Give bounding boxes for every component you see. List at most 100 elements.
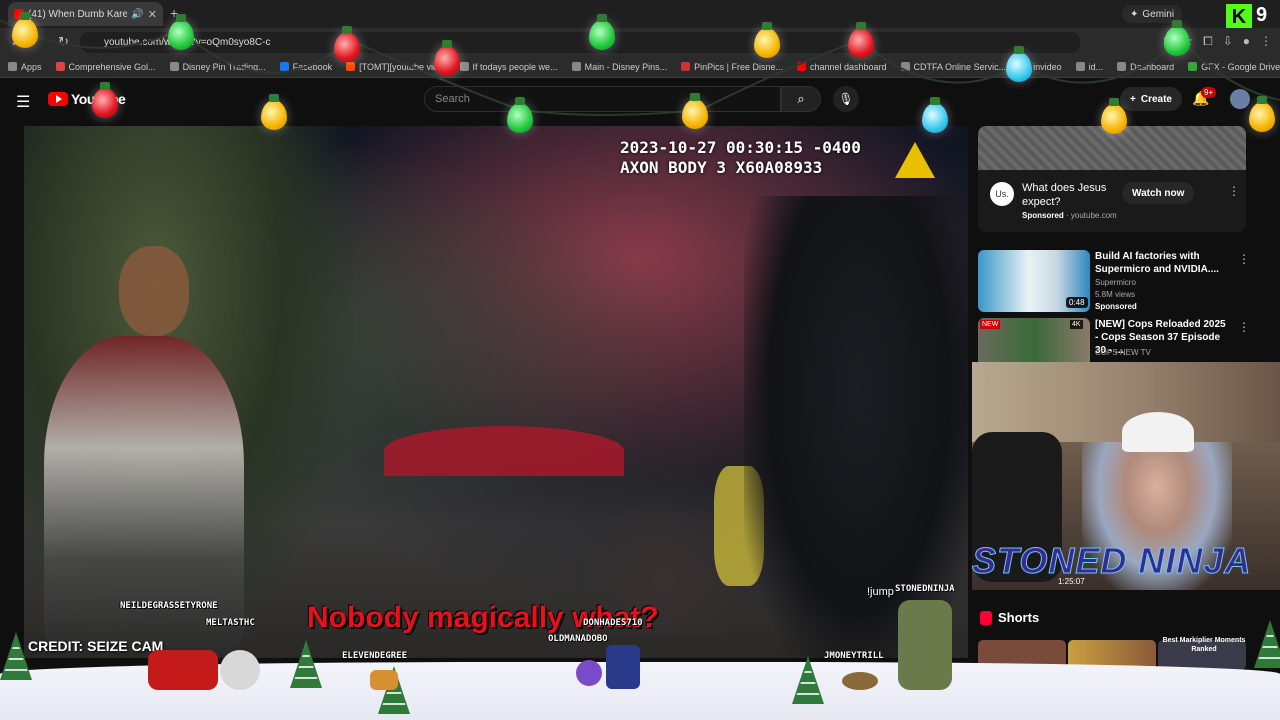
search-input[interactable]: Search	[424, 86, 781, 112]
ad-domain: youtube.com	[1070, 211, 1117, 220]
bookmark-item[interactable]: Dashboard	[1117, 62, 1174, 72]
bookmark-favicon-icon	[1075, 62, 1085, 71]
search-icon: ⌕	[797, 91, 805, 106]
bookmark-item[interactable]: Comprehensive Gol...	[55, 62, 156, 72]
christmas-bulb-icon	[334, 26, 360, 62]
short-caption: Best Markiplier Moments Ranked	[1162, 637, 1246, 653]
webcam-scene-cap	[1122, 412, 1194, 452]
view-count: 5.8M views	[1095, 290, 1136, 299]
search-button[interactable]: ⌕	[781, 86, 821, 112]
shorts-header: Shorts	[980, 610, 1039, 625]
bookmark-favicon-icon	[681, 62, 691, 71]
reddit-icon	[346, 62, 356, 71]
chat-avatar-sprite	[898, 600, 952, 690]
chat-avatar-sprite	[148, 650, 218, 690]
channel-name[interactable]: COPS NEW TV	[1095, 348, 1151, 357]
shorts-logo-icon	[980, 610, 992, 625]
christmas-bulb-icon	[1006, 46, 1032, 82]
chat-username: OLDMANADOBO	[548, 634, 608, 644]
more-options-icon[interactable]: ⋮	[1228, 184, 1240, 198]
christmas-bulb-icon	[1164, 20, 1190, 56]
drive-icon	[1188, 62, 1198, 71]
kick-count: 9	[1256, 4, 1268, 26]
bookmark-item[interactable]: GFX - Google Drive	[1188, 62, 1280, 72]
downloads-icon[interactable]: ⇩	[1223, 34, 1233, 49]
bookmark-item[interactable]: CDTFA Online Servic...	[900, 62, 1006, 72]
chat-username: NEILDEGRASSETYRONE	[120, 601, 218, 611]
speaker-icon[interactable]: 🔊	[131, 9, 143, 20]
video-player[interactable]	[24, 126, 968, 658]
christmas-tree-icon	[1254, 620, 1280, 668]
video-credit: CREDIT: SEIZE CAM	[28, 638, 164, 654]
apps-icon	[8, 62, 17, 71]
ad-title[interactable]: What does Jesus expect?	[1022, 181, 1112, 209]
christmas-bulb-icon	[682, 93, 708, 129]
chat-jump-command: !jump	[867, 586, 894, 598]
chat-username: MELTASTHC	[206, 618, 255, 628]
address-bar[interactable]: youtube.com/watch?v=oQm0syo8C-c	[80, 32, 1080, 53]
bookmark-favicon-icon	[459, 62, 469, 71]
voice-search-button[interactable]: 🎙	[833, 86, 859, 112]
plus-icon: +	[1130, 93, 1136, 105]
reload-icon[interactable]: ↻	[58, 34, 69, 50]
hamburger-menu-icon[interactable]: ☰	[16, 92, 30, 112]
christmas-tree-icon	[290, 640, 322, 688]
more-options-icon[interactable]: ⋮	[1238, 252, 1250, 266]
streamer-name-overlay: STONED NINJA	[971, 540, 1252, 582]
browser-tabstrip: (41) When Dumb Karens G... 🔊 ✕ + ✦ Gemin…	[0, 0, 1280, 30]
christmas-bulb-icon	[754, 22, 780, 58]
sparkle-icon: ✦	[1130, 8, 1139, 20]
bookmark-item[interactable]: channel dashboard	[796, 62, 887, 72]
video-scene-umbrella	[384, 426, 624, 476]
search-placeholder: Search	[435, 93, 470, 105]
create-label: Create	[1140, 93, 1172, 105]
duration-badge: 0:48	[1066, 297, 1088, 308]
bodycam-overlay: 2023-10-27 00:30:15 -0400 AXON BODY 3 X6…	[620, 138, 861, 178]
chat-avatar-sprite	[370, 670, 398, 690]
christmas-bulb-icon	[848, 22, 874, 58]
sponsored-label: Sponsored	[1095, 302, 1137, 311]
close-tab-icon[interactable]: ✕	[148, 8, 157, 21]
christmas-bulb-icon	[1249, 96, 1275, 132]
sponsored-ad-card[interactable]: Us. What does Jesus expect? Sponsored · …	[978, 126, 1246, 232]
christmas-bulb-icon	[507, 97, 533, 133]
menu-icon[interactable]: ⋮	[1260, 34, 1272, 49]
bookmark-item[interactable]: id...	[1075, 62, 1103, 72]
christmas-bulb-icon	[12, 12, 38, 48]
chat-username: DONHADES710	[583, 618, 643, 628]
video-scene-head	[119, 246, 189, 336]
recommendation-title[interactable]: Build AI factories with Supermicro and N…	[1095, 250, 1230, 276]
sponsored-label: Sponsored	[1022, 211, 1064, 220]
youtube-favicon-icon	[796, 62, 806, 71]
bookmark-item[interactable]: Disney Pin Trading...	[169, 62, 266, 72]
facebook-icon	[279, 62, 289, 71]
chat-avatar-sprite	[842, 672, 878, 690]
bookmark-item[interactable]: Main - Disney Pins...	[571, 62, 667, 72]
microphone-icon: 🎙	[838, 92, 854, 106]
bookmark-favicon-icon	[55, 62, 65, 71]
shorts-label: Shorts	[998, 610, 1040, 625]
profile-icon[interactable]: ●	[1243, 34, 1250, 49]
4k-badge: 4K	[1070, 320, 1083, 329]
watch-now-button[interactable]: Watch now	[1122, 182, 1195, 204]
extension-icon[interactable]: ⧠	[1203, 34, 1213, 49]
bookmark-item[interactable]: [TOMT][youtube vid...	[346, 62, 446, 72]
kick-logo: K	[1226, 4, 1252, 30]
gemini-label: Gemini	[1142, 8, 1175, 20]
new-badge: NEW	[980, 320, 1001, 329]
bookmarks-bar: Apps Comprehensive Gol... Disney Pin Tra…	[0, 56, 1280, 78]
christmas-bulb-icon	[1101, 98, 1127, 134]
chat-username: STONEDNINJA	[895, 584, 955, 594]
screen: (41) When Dumb Karens G... 🔊 ✕ + ✦ Gemin…	[0, 0, 1280, 720]
bookmark-item[interactable]: If todays people we...	[459, 62, 558, 72]
bookmark-item[interactable]: PinPics | Free Disne...	[681, 62, 783, 72]
account-avatar[interactable]	[1230, 89, 1250, 109]
notification-badge: 9+	[1201, 87, 1217, 98]
channel-name[interactable]: Supermicro	[1095, 278, 1136, 287]
recommendation-item[interactable]: 0:48 Build AI factories with Supermicro …	[978, 250, 1250, 312]
create-button[interactable]: + Create	[1120, 87, 1182, 111]
more-options-icon[interactable]: ⋮	[1238, 320, 1250, 334]
bookmark-item[interactable]: Facebook	[279, 62, 332, 72]
youtube-header: ☰ YouTube Search ⌕ 🎙 + Create 🔔 9+	[0, 78, 1280, 122]
bookmark-item[interactable]: Apps	[8, 62, 42, 72]
